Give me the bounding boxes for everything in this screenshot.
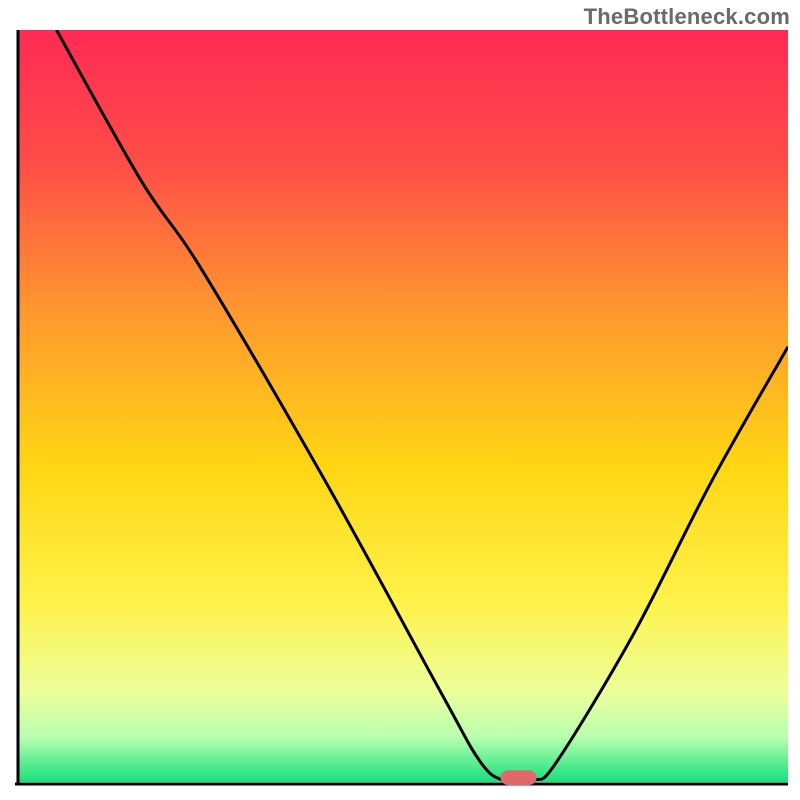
watermark-text: TheBottleneck.com [584,4,790,30]
optimal-marker [501,770,537,785]
chart-container: TheBottleneck.com [0,0,800,800]
bottleneck-chart [0,0,800,800]
gradient-background [18,30,788,782]
